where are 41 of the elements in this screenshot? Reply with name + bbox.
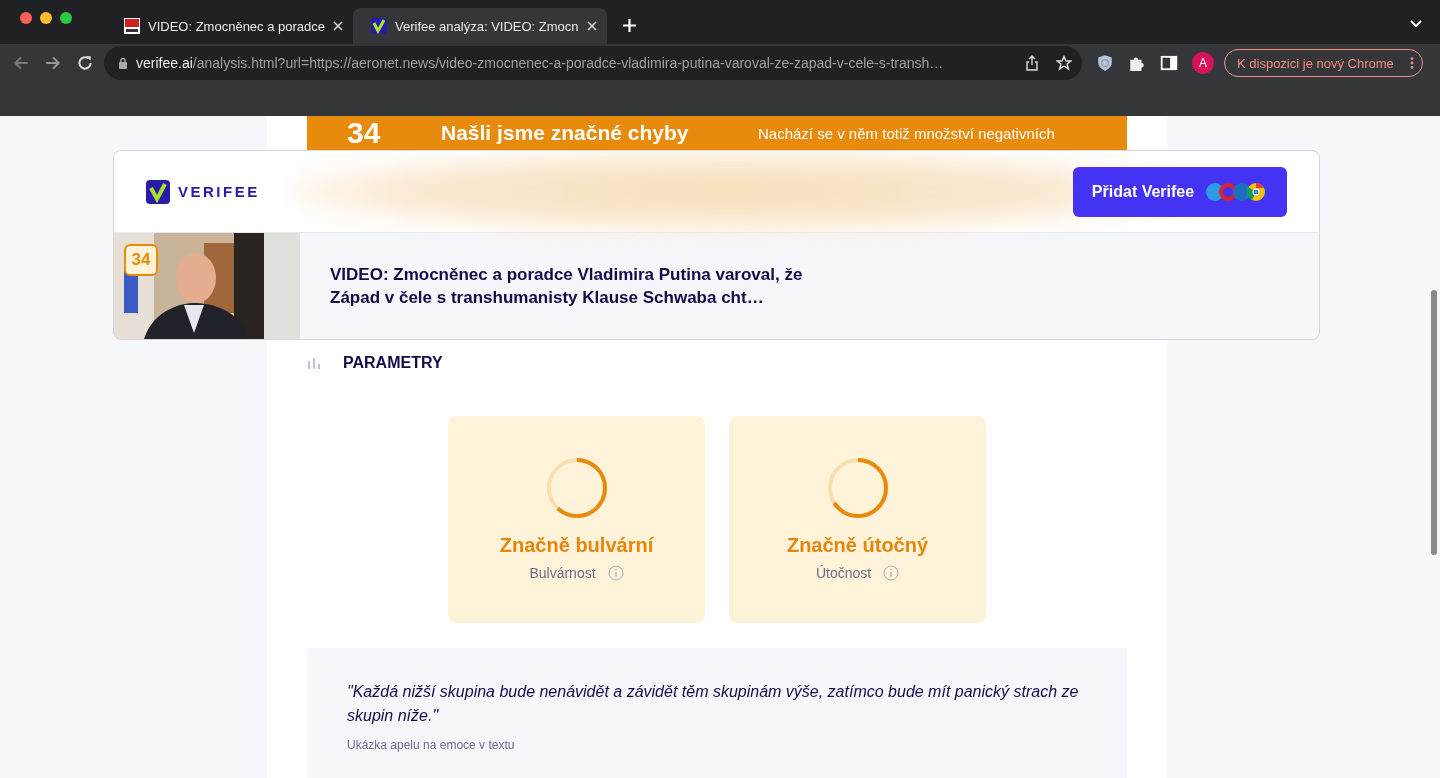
star-icon[interactable] xyxy=(1056,55,1072,71)
banner-text: Nachází se v něm totiž množství negativních xyxy=(758,124,1055,142)
progress-ring xyxy=(825,456,890,520)
browser-tab[interactable]: VIDEO: Zmocněnec a poradce xyxy=(106,8,354,44)
reload-icon[interactable] xyxy=(76,54,94,72)
back-icon[interactable] xyxy=(12,54,30,72)
score-number: 34 xyxy=(347,116,382,150)
zoom-window-dot[interactable] xyxy=(60,12,72,24)
add-extension-button[interactable]: Přidat Verifee xyxy=(1073,166,1287,217)
check-logo-icon xyxy=(146,179,170,204)
address-bar[interactable]: verifee.ai/analysis.html?url=https://aeronet.news/video-zmocnenec-a-poradce-vladimira-putina-varoval-ze-zapad-v-cele-s-transh… xyxy=(104,46,1082,80)
article-title: VIDEO: Zmocněnec a poradce Vladimira Putina varoval, že Západ v čele s transhumanisty Klause Schwaba cht… xyxy=(330,264,804,309)
chevron-down-icon[interactable] xyxy=(1410,20,1422,28)
logo-text: VERIFEE xyxy=(178,183,260,200)
lock-icon xyxy=(118,57,128,69)
close-icon[interactable] xyxy=(333,21,344,31)
bar-chart-icon xyxy=(307,357,321,369)
forward-icon[interactable] xyxy=(44,54,62,72)
parameter-label: Útočnost xyxy=(815,565,872,581)
shield-icon[interactable] xyxy=(1096,54,1114,72)
check-logo-icon xyxy=(371,18,388,34)
profile-avatar[interactable]: A xyxy=(1192,52,1214,74)
close-icon[interactable] xyxy=(586,21,597,31)
share-icon[interactable] xyxy=(1024,55,1040,71)
minimize-window-dot[interactable] xyxy=(40,12,52,24)
browser-tab[interactable]: Verifee analýza: VIDEO: Zmocn xyxy=(353,8,607,44)
parameter-value: Značně útočný xyxy=(786,534,929,557)
url-text: verifee.ai/analysis.html?url=https://aeronet.news/video-zmocnenec-a-poradce-vladimira-putina-varoval-ze-zapad-v-cele-s-transh… xyxy=(136,55,945,71)
quote-caption: Ukázka apelu na emoce v textu xyxy=(347,738,516,752)
side-panel-icon[interactable] xyxy=(1160,54,1178,72)
new-tab-icon[interactable] xyxy=(622,19,636,32)
section-heading: PARAMETRY xyxy=(343,354,443,372)
parameter-value: Značně bulvární xyxy=(499,534,654,557)
close-window-dot[interactable] xyxy=(20,12,32,24)
progress-ring xyxy=(544,456,609,520)
more-icon[interactable] xyxy=(1409,56,1414,70)
quote-text: "Každá nižší skupina bude nenávidět a závidět těm skupinám výše, zatímco bude mít panický strach ze skupin níže." xyxy=(347,682,1080,726)
news-favicon-icon xyxy=(124,18,140,34)
parameter-label: Bulvárnost xyxy=(529,565,596,581)
score-badge: 34 xyxy=(124,244,158,276)
banner-title: Našli jsme značné chyby xyxy=(441,121,690,145)
